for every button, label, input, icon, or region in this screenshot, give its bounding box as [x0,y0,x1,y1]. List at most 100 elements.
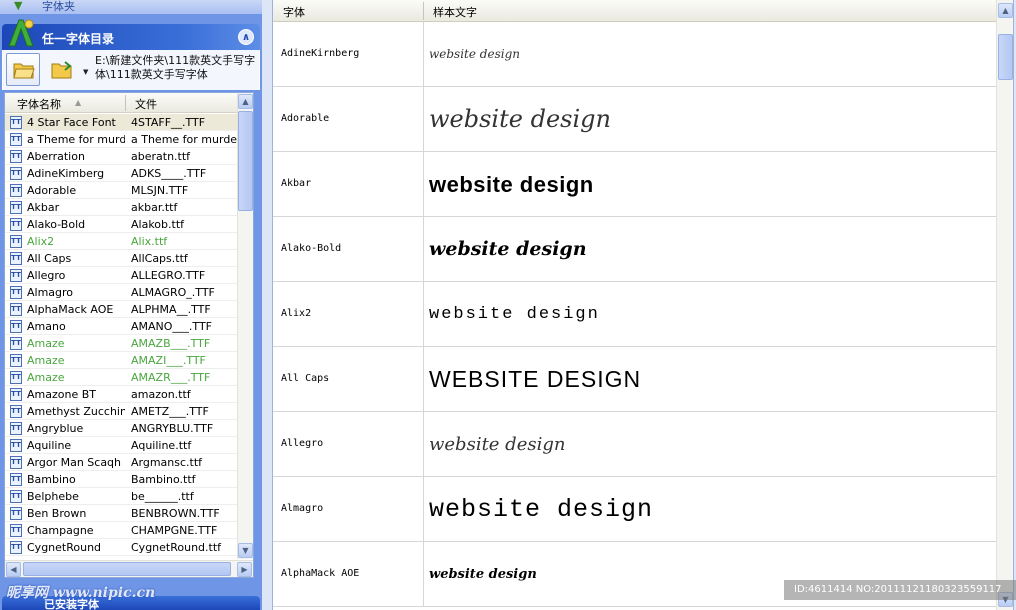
open-folder-button[interactable] [6,53,40,86]
horizontal-scroll-thumb[interactable] [23,562,231,576]
font-list-row[interactable]: TT Akbar akbar.ttf [5,199,237,216]
column-divider[interactable] [125,95,126,111]
scroll-down-button[interactable]: ▼ [238,543,253,558]
browse-folder-button[interactable] [44,53,78,86]
truetype-font-icon: TT [10,354,22,367]
column-header-font[interactable]: 字体 [283,4,305,20]
font-list-horizontal-scrollbar[interactable]: ◀ ▶ [5,560,253,577]
down-arrow-icon: ▼ [14,0,23,12]
font-file-cell: ALMAGRO_.TTF [131,286,215,299]
truetype-font-icon: TT [10,507,22,520]
preview-font-name: AdineKirnberg [281,48,360,59]
scroll-up-button[interactable]: ▲ [998,3,1013,18]
font-list-row[interactable]: TT Aberration aberatn.ttf [5,148,237,165]
font-name-cell: Amazone BT [27,388,96,401]
preview-font-name: Alako-Bold [281,243,342,254]
font-list-row[interactable]: TT Belphebe be______.ttf [5,488,237,505]
font-list-row[interactable]: TT AlphaMack AOE ALPHMA__.TTF [5,301,237,318]
truetype-font-icon: TT [10,116,22,129]
preview-font-name: Akbar [281,178,312,189]
font-list-row[interactable]: TT Amethyst Zucchini AMETZ___.TTF [5,403,237,420]
font-list-row[interactable]: TT Alako-Bold Alakob.ttf [5,216,237,233]
font-name-cell: CygnetRound [27,541,102,554]
truetype-font-icon: TT [10,218,22,231]
truetype-font-icon: TT [10,473,22,486]
font-list-row[interactable]: TT Angryblue ANGRYBLU.TTF [5,420,237,437]
font-list-row[interactable]: TT a Theme for murder a Theme for murder.t… [5,131,237,148]
font-list-row[interactable]: TT 4 Star Face Font 4STAFF__.TTF [5,114,237,131]
font-file-cell: Argmansc.ttf [131,456,203,469]
font-file-cell: CygnetRound.ttf [131,541,222,554]
font-file-cell: BENBROWN.TTF [131,507,220,520]
font-list-row[interactable]: TT Amaze AMAZI___.TTF [5,352,237,369]
column-header-sample-text[interactable]: 样本文字 [433,4,477,20]
font-list-row[interactable]: TT Bambino Bambino.ttf [5,471,237,488]
section-header-font-directory[interactable]: 任一字体目录 ∧ [2,19,260,50]
cell-divider [423,477,424,542]
preview-sample-text: website design [429,47,520,61]
font-list-row[interactable]: TT Aquiline Aquiline.ttf [5,437,237,454]
cell-divider [423,282,424,347]
scroll-thumb[interactable] [238,111,253,211]
top-section-header[interactable]: ▼ 字体夹 [0,0,262,14]
font-list-row[interactable]: TT Amaze AMAZB___.TTF [5,335,237,352]
dropdown-caret-icon[interactable]: ▼ [83,68,88,76]
preview-row[interactable]: Allegro website design [273,412,997,477]
font-list-row[interactable]: TT AdineKimberg ADKS____.TTF [5,165,237,182]
preview-sample-text: website design [429,495,654,524]
sort-ascending-icon: ▲ [75,98,82,107]
font-list-vertical-scrollbar[interactable]: ▲ ▼ [237,93,253,559]
column-divider[interactable] [423,2,424,20]
preview-row[interactable]: AdineKirnberg website design [273,22,997,87]
font-list-row[interactable]: TT Adorable MLSJN.TTF [5,182,237,199]
column-header-file[interactable]: 文件 [135,96,157,112]
font-list-row[interactable]: TT All Caps AllCaps.ttf [5,250,237,267]
cell-divider [423,217,424,282]
truetype-font-icon: TT [10,422,22,435]
font-list-row[interactable]: TT Alix2 Alix.ttf [5,233,237,250]
font-file-cell: aberatn.ttf [131,150,191,163]
scroll-thumb[interactable] [998,34,1013,80]
scroll-right-button[interactable]: ▶ [237,562,252,577]
preview-row[interactable]: Adorable website design [273,87,997,152]
font-list-row[interactable]: TT Champagne CHAMPGNE.TTF [5,522,237,539]
font-list-row[interactable]: TT Allegro ALLEGRO.TTF [5,267,237,284]
font-file-cell: Bambino.ttf [131,473,196,486]
preview-row[interactable]: All Caps WEBSITE DESIGN [273,347,997,412]
preview-vertical-scrollbar[interactable]: ▲ ▼ [996,0,1013,610]
font-list-header: 字体名称 ▲ 文件 [5,93,237,113]
truetype-font-icon: TT [10,235,22,248]
font-name-cell: All Caps [27,252,72,265]
font-list-row[interactable]: TT Amazone BT amazon.ttf [5,386,237,403]
column-header-font-name[interactable]: 字体名称 [17,96,61,112]
font-file-cell: akbar.ttf [131,201,178,214]
preview-row[interactable]: Alako-Bold website design [273,217,997,282]
collapse-icon[interactable]: ∧ [238,29,254,45]
font-list-row[interactable]: TT Amano AMANO___.TTF [5,318,237,335]
truetype-font-icon: TT [10,439,22,452]
preview-row[interactable]: Akbar website design [273,152,997,217]
preview-sample-text: website design [429,567,537,582]
preview-row[interactable]: Almagro website design [273,477,997,542]
font-list-row[interactable]: TT Amaze AMAZR___.TTF [5,369,237,386]
scroll-up-button[interactable]: ▲ [238,94,253,109]
font-file-cell: ALPHMA__.TTF [131,303,211,316]
font-file-cell: AMAZI___.TTF [131,354,206,367]
font-file-cell: amazon.ttf [131,388,191,401]
font-list-row[interactable]: TT Argor Man Scaqh Argmansc.ttf [5,454,237,471]
folder-toolbar: ▼ E:\新建文件夹\111款英文手写字体\111款英文手写字体 [2,50,260,90]
sidebar: ▼ 字体夹 任一字体目录 ∧ ▼ E:\新建文件夹\111款英文手写字体\111… [0,0,262,610]
truetype-font-icon: TT [10,405,22,418]
font-file-cell: Alakob.ttf [131,218,185,231]
font-list-row[interactable]: TT CygnetRound CygnetRound.ttf [5,539,237,556]
font-name-cell: Alix2 [27,235,55,248]
scroll-left-button[interactable]: ◀ [6,562,21,577]
preview-row[interactable]: Alix2 website design [273,282,997,347]
preview-sample-text: website design [429,238,587,260]
truetype-font-icon: TT [10,541,22,554]
font-list-row[interactable]: TT Almagro ALMAGRO_.TTF [5,284,237,301]
watermark-logo: 昵享网 www.nipic.cn [6,585,156,601]
font-name-cell: Angryblue [27,422,84,435]
truetype-font-icon: TT [10,184,22,197]
font-list-row[interactable]: TT Ben Brown BENBROWN.TTF [5,505,237,522]
